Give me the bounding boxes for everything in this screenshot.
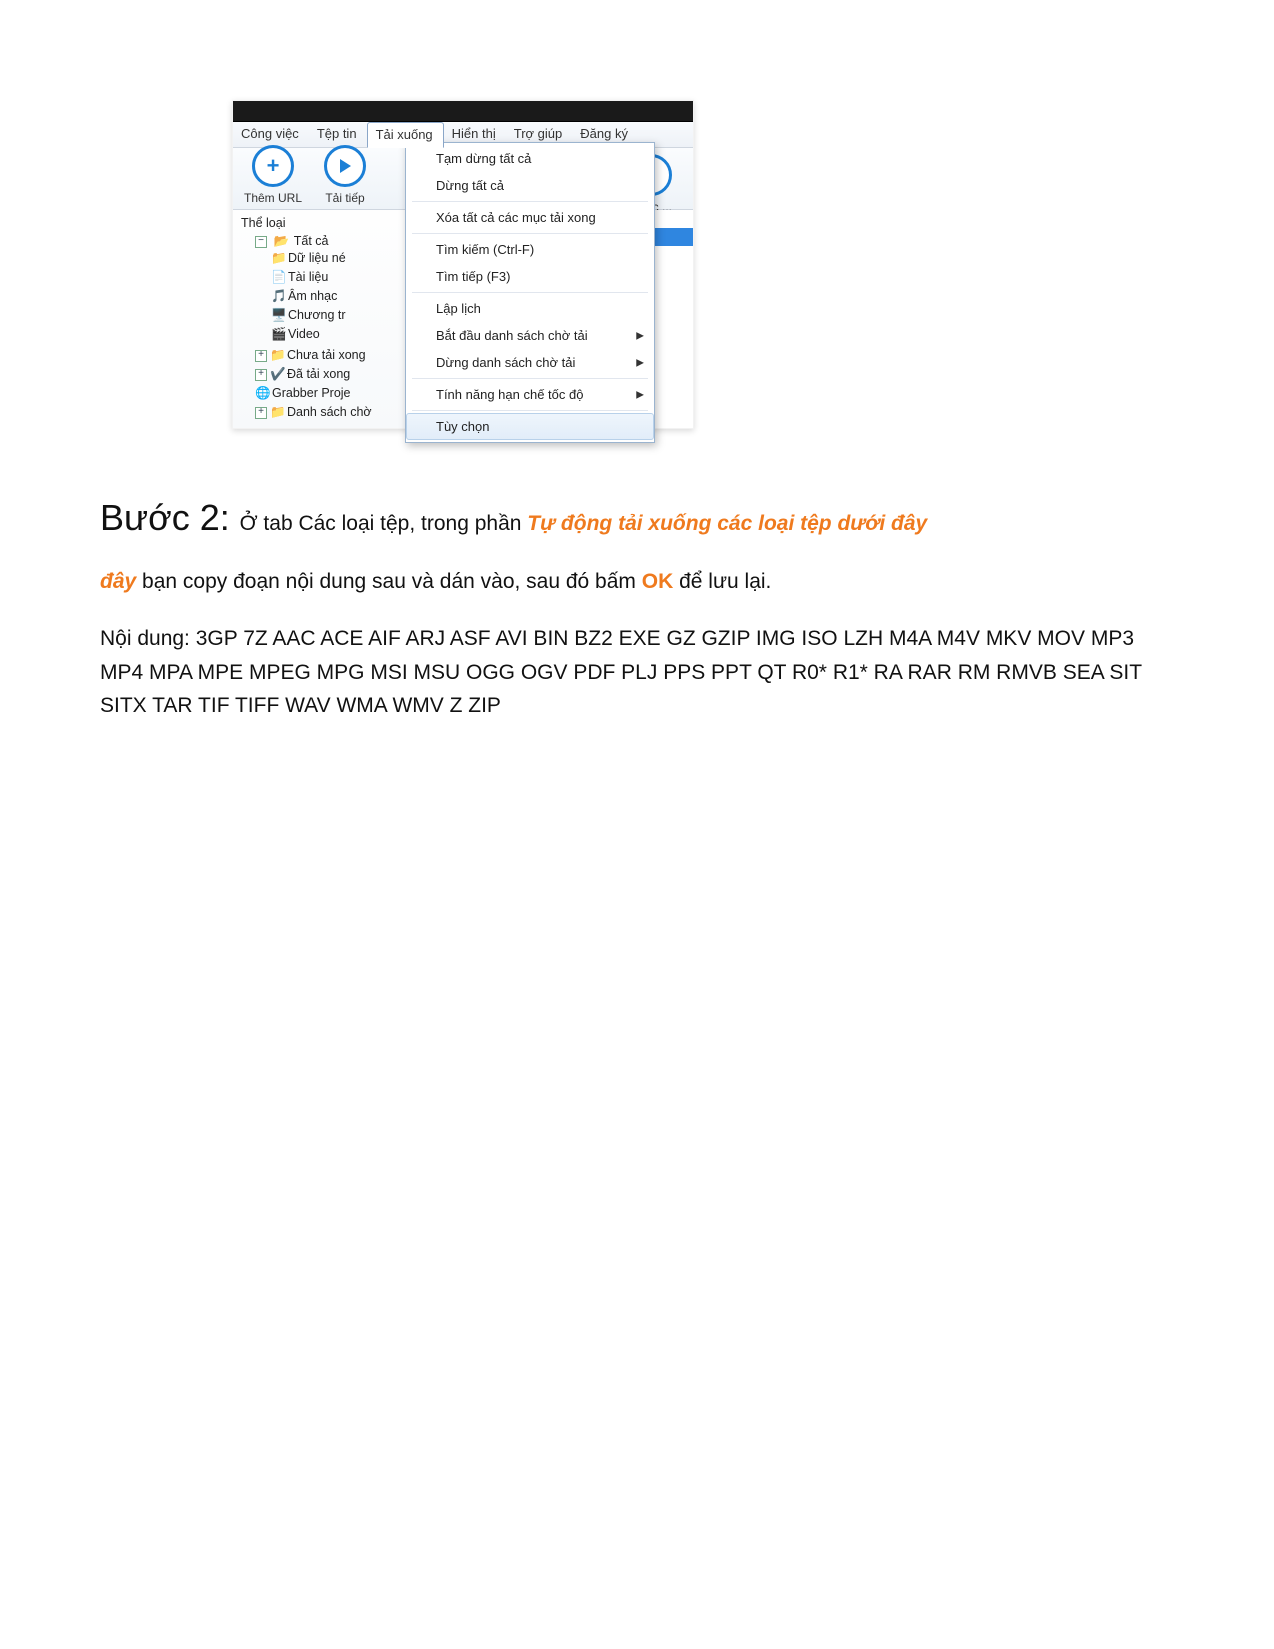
program-icon: 🖥️ xyxy=(271,308,286,323)
tree-finished[interactable]: +✔️Đã tải xong xyxy=(255,365,415,384)
resume-button[interactable]: Tải tiếp xyxy=(309,145,381,205)
step-paragraph-1: Bước 2: Ở tab Các loại tệp, trong phần T… xyxy=(100,489,1160,547)
dd-options[interactable]: Tùy chọn xyxy=(406,413,654,440)
folder-open-icon: 📂 xyxy=(273,234,288,249)
tree-item-label: Grabber Proje xyxy=(272,386,351,400)
idm-window: Công việc Tệp tin Tải xuống Hiển thị Trợ… xyxy=(232,100,694,429)
dd-stop-all[interactable]: Dừng tất cả xyxy=(406,172,654,199)
file-icon: 📄 xyxy=(271,270,286,285)
dd-speed-limit[interactable]: Tính năng hạn chế tốc độ ▶ xyxy=(406,381,654,408)
tree-item[interactable]: 🖥️Chương tr xyxy=(271,306,415,325)
downloads-dropdown: Tạm dừng tất cả Dừng tất cả Xóa tất cả c… xyxy=(405,142,655,443)
resume-label: Tải tiếp xyxy=(325,191,364,205)
sidebar: Thể loại − 📂 Tất cả 📁Dữ liệu né 📄Tài liệ… xyxy=(233,210,416,428)
video-icon: 🎬 xyxy=(271,327,286,342)
content-paragraph: Nội dung: 3GP 7Z AAC ACE AIF ARJ ASF AVI… xyxy=(100,622,1160,723)
step-em-ok: OK xyxy=(642,570,674,593)
expand-icon[interactable]: + xyxy=(255,407,267,419)
dd-stop-queue[interactable]: Dừng danh sách chờ tải ▶ xyxy=(406,349,654,376)
chevron-right-icon: ▶ xyxy=(636,330,644,341)
menu-congviec[interactable]: Công việc xyxy=(233,122,309,147)
tree-unfinished[interactable]: +📁Chưa tải xong xyxy=(255,346,415,365)
content-body: 3GP 7Z AAC ACE AIF ARJ ASF AVI BIN BZ2 E… xyxy=(100,627,1142,717)
instructions: Bước 2: Ở tab Các loại tệp, trong phần T… xyxy=(100,489,1160,723)
dd-separator xyxy=(412,378,648,379)
tree-item-label: Dữ liệu né xyxy=(288,251,346,265)
dd-find-next[interactable]: Tìm tiếp (F3) xyxy=(406,263,654,290)
menu-taixuong[interactable]: Tải xuống xyxy=(367,122,444,148)
dd-separator xyxy=(412,201,648,202)
expand-icon[interactable]: + xyxy=(255,369,267,381)
folder-icon: 📁 xyxy=(270,405,285,420)
tree-item[interactable]: 📄Tài liệu xyxy=(271,268,415,287)
step-text: Ở tab Các loại tệp, trong phần xyxy=(240,512,528,535)
sidebar-title: Thể loại xyxy=(239,214,415,232)
dd-separator xyxy=(412,410,648,411)
collapse-icon[interactable]: − xyxy=(255,236,267,248)
category-tree: − 📂 Tất cả 📁Dữ liệu né 📄Tài liệu 🎵Âm nhạ… xyxy=(239,232,415,422)
tree-item[interactable]: 🎬Video xyxy=(271,325,415,344)
tree-item-label: Âm nhạc xyxy=(288,289,337,303)
expand-icon[interactable]: + xyxy=(255,350,267,362)
step-em-continued: đây xyxy=(100,570,136,593)
tree-item-label: Video xyxy=(288,327,320,341)
ie-icon: 🌐 xyxy=(255,386,270,401)
tree-queue[interactable]: +📁Danh sách chờ xyxy=(255,403,415,422)
add-url-label: Thêm URL xyxy=(244,191,302,205)
menu-teptin[interactable]: Tệp tin xyxy=(309,122,367,147)
tree-item-label: Tài liệu xyxy=(288,270,328,284)
dd-scheduler[interactable]: Lập lịch xyxy=(406,295,654,322)
step-em-auto-download: Tự động tải xuống các loại tệp dưới đây xyxy=(527,512,927,535)
dd-pause-all[interactable]: Tạm dừng tất cả xyxy=(406,145,654,172)
add-url-button[interactable]: + Thêm URL xyxy=(237,145,309,205)
tree-item-label: Đã tải xong xyxy=(287,367,350,381)
dd-start-queue[interactable]: Bắt đầu danh sách chờ tải ▶ xyxy=(406,322,654,349)
dd-label: Bắt đầu danh sách chờ tải xyxy=(436,328,588,343)
dd-label: Tính năng hạn chế tốc độ xyxy=(436,387,583,402)
tree-root[interactable]: − 📂 Tất cả 📁Dữ liệu né 📄Tài liệu 🎵Âm nhạ… xyxy=(255,232,415,346)
content-label: Nội dung: xyxy=(100,627,196,650)
tree-item-label: Chương tr xyxy=(288,308,346,322)
plus-icon: + xyxy=(252,145,294,187)
play-icon xyxy=(324,145,366,187)
step-text: bạn copy đoạn nội dung sau và dán vào, s… xyxy=(142,570,642,593)
chevron-right-icon: ▶ xyxy=(636,357,644,368)
tree-grabber[interactable]: 🌐Grabber Proje xyxy=(255,384,415,403)
step-number: Bước 2: xyxy=(100,497,230,538)
tree-item-label: Danh sách chờ xyxy=(287,405,372,419)
folder-icon: 📁 xyxy=(271,251,286,266)
folder-icon: 📁 xyxy=(270,348,285,363)
tree-root-label: Tất cả xyxy=(294,234,329,248)
window-titlebar xyxy=(233,101,693,122)
dd-find[interactable]: Tìm kiếm (Ctrl-F) xyxy=(406,236,654,263)
step-paragraph-2: đây bạn copy đoạn nội dung sau và dán và… xyxy=(100,565,1160,599)
step-text: để lưu lại. xyxy=(679,570,771,593)
music-icon: 🎵 xyxy=(271,289,286,304)
dd-label: Dừng danh sách chờ tải xyxy=(436,355,575,370)
dd-delete-completed[interactable]: Xóa tất cả các mục tải xong xyxy=(406,204,654,231)
dd-separator xyxy=(412,233,648,234)
tree-item-label: Chưa tải xong xyxy=(287,348,366,362)
chevron-right-icon: ▶ xyxy=(636,389,644,400)
tree-item[interactable]: 🎵Âm nhạc xyxy=(271,287,415,306)
tree-item[interactable]: 📁Dữ liệu né xyxy=(271,249,415,268)
check-folder-icon: ✔️ xyxy=(270,367,285,382)
dd-separator xyxy=(412,292,648,293)
